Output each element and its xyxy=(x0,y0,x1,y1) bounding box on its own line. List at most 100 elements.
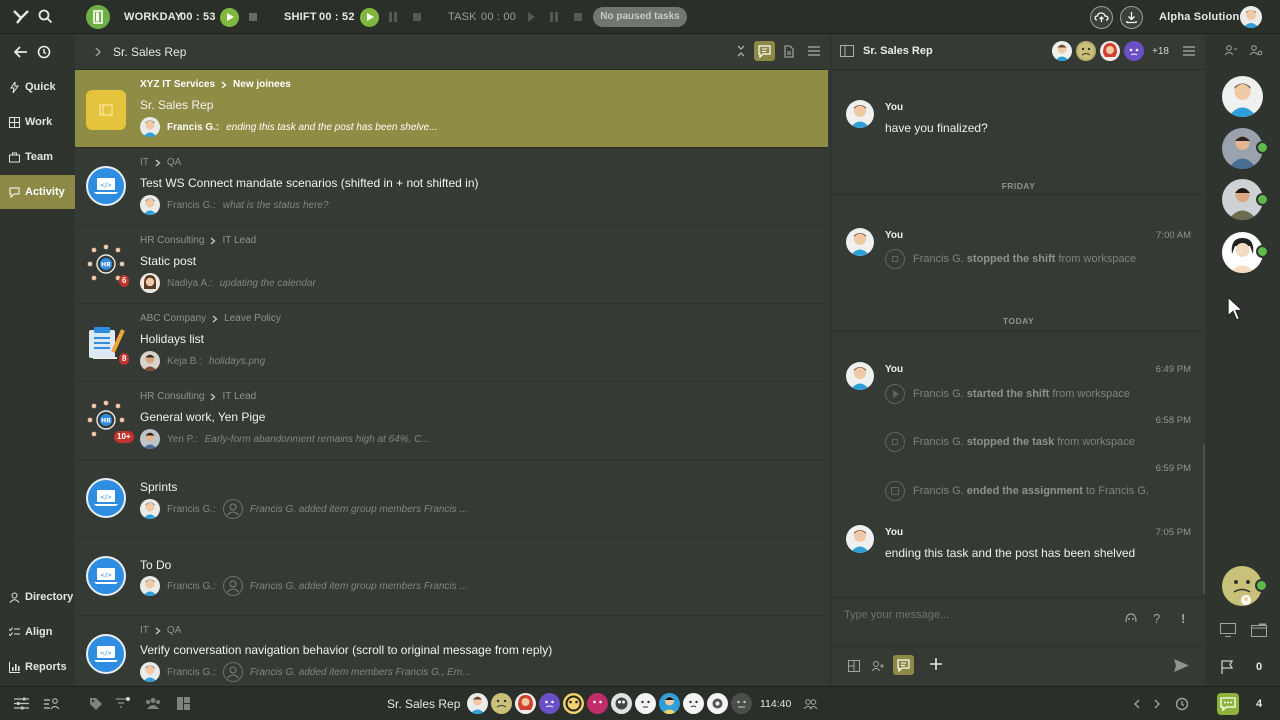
breadcrumb-child[interactable]: QA xyxy=(167,625,181,636)
member-avatar[interactable] xyxy=(707,693,728,714)
list-item[interactable]: HR 6 HR Consulting IT Lead Static post N… xyxy=(75,226,828,304)
task-pause-button[interactable] xyxy=(550,12,558,22)
expand-chevron-icon[interactable] xyxy=(95,47,102,57)
list-item[interactable]: 8 ABC Company Leave Policy Holidays list… xyxy=(75,304,828,382)
list-item[interactable]: </> IT QA Verify conversation navigation… xyxy=(75,616,828,686)
breadcrumb-parent[interactable]: XYZ IT Services xyxy=(140,79,215,90)
list-item[interactable]: </> To Do Francis G.: Francis G. added i… xyxy=(75,538,828,616)
chat-menu-icon[interactable] xyxy=(1183,46,1195,56)
task-stop-button[interactable] xyxy=(574,13,582,21)
document-icon[interactable] xyxy=(784,45,794,58)
chat-bubble-icon[interactable] xyxy=(1217,693,1239,715)
breadcrumb: IT QA xyxy=(140,157,181,168)
app-logo-icon[interactable] xyxy=(12,9,30,25)
nav-directory[interactable]: Directory xyxy=(0,580,75,614)
list-item[interactable]: </> Sprints Francis G.: Francis G. added… xyxy=(75,460,828,538)
message-scroll-area[interactable]: ··· You have you finalized? FRIDAY You 7… xyxy=(831,70,1206,600)
preview-author: Francis G.: xyxy=(167,121,220,133)
breadcrumb-parent[interactable]: HR Consulting xyxy=(140,391,204,402)
add-member-icon[interactable] xyxy=(871,660,885,672)
filter-icon[interactable] xyxy=(116,697,130,710)
chat-mode-icon[interactable] xyxy=(893,655,914,675)
nav-reports[interactable]: Reports xyxy=(0,650,75,684)
paused-tasks-pill[interactable]: No paused tasks xyxy=(593,7,687,27)
download-icon[interactable] xyxy=(1120,6,1143,29)
member-avatar[interactable] xyxy=(1076,41,1096,61)
group-icon[interactable] xyxy=(145,697,161,709)
alert-button[interactable]: ! xyxy=(1181,611,1185,626)
message-input[interactable]: Type your message... xyxy=(844,609,949,621)
member-count[interactable]: +18 xyxy=(1152,46,1169,57)
shift-play-button[interactable] xyxy=(360,8,379,27)
history-icon[interactable] xyxy=(1175,697,1189,711)
collapse-icon[interactable] xyxy=(737,45,745,57)
org-name[interactable]: Alpha Solutions xyxy=(1159,11,1246,23)
member-avatar[interactable] xyxy=(611,693,632,714)
next-arrow-icon[interactable] xyxy=(1154,699,1161,709)
nav-work[interactable]: Work xyxy=(0,105,75,139)
cloud-upload-icon[interactable] xyxy=(1090,6,1113,29)
add-attachment-icon[interactable] xyxy=(930,658,942,670)
task-play-button[interactable] xyxy=(528,12,535,22)
member-avatar[interactable] xyxy=(635,693,656,714)
shift-pause-button[interactable] xyxy=(389,12,397,22)
list-item[interactable]: HR 10+ HR Consulting IT Lead General wor… xyxy=(75,382,828,460)
panel-toggle-icon[interactable] xyxy=(840,45,854,57)
user-avatar[interactable] xyxy=(1240,6,1262,28)
breadcrumb-parent[interactable]: ABC Company xyxy=(140,313,206,324)
back-arrow-icon[interactable] xyxy=(14,46,28,58)
menu-icon[interactable] xyxy=(808,46,820,56)
workday-stop-button[interactable] xyxy=(249,13,257,21)
nav-align-label: Align xyxy=(25,626,53,638)
people-settings-icon[interactable] xyxy=(1249,44,1263,56)
nav-quick[interactable]: Quick xyxy=(0,70,75,104)
nav-team[interactable]: Team xyxy=(0,140,75,174)
member-avatar[interactable] xyxy=(515,693,536,714)
user-settings-icon[interactable] xyxy=(44,697,60,710)
breadcrumb-child[interactable]: QA xyxy=(167,157,181,168)
member-avatar[interactable] xyxy=(563,693,584,714)
monitor-icon[interactable] xyxy=(1220,623,1236,637)
help-button[interactable]: ? xyxy=(1153,611,1160,626)
member-avatar[interactable] xyxy=(491,693,512,714)
breadcrumb-child[interactable]: IT Lead xyxy=(222,235,256,246)
member-avatar[interactable] xyxy=(1124,41,1144,61)
chat-view-icon[interactable] xyxy=(754,41,775,61)
participants-icon[interactable] xyxy=(803,698,818,710)
member-avatar[interactable] xyxy=(587,693,608,714)
presence-avatar[interactable] xyxy=(1222,76,1263,117)
member-avatar[interactable] xyxy=(731,693,752,714)
member-avatar[interactable] xyxy=(1100,41,1120,61)
emoji-icon[interactable] xyxy=(1124,611,1138,625)
breadcrumb-child[interactable]: Leave Policy xyxy=(224,313,281,324)
member-avatar[interactable] xyxy=(1052,41,1072,61)
workspace-door-icon[interactable] xyxy=(86,5,110,29)
member-avatar[interactable] xyxy=(683,693,704,714)
layout-icon[interactable] xyxy=(848,660,860,672)
prev-arrow-icon[interactable] xyxy=(1133,699,1140,709)
workday-play-button[interactable] xyxy=(220,8,239,27)
shift-stop-button[interactable] xyxy=(413,13,421,21)
list-item[interactable]: </> IT QA Test WS Connect mandate scenar… xyxy=(75,148,828,226)
tag-icon[interactable] xyxy=(89,697,103,711)
breadcrumb-child[interactable]: IT Lead xyxy=(222,391,256,402)
nav-activity[interactable]: Activity xyxy=(0,175,75,209)
breadcrumb-child[interactable]: New joinees xyxy=(233,79,291,90)
breadcrumb-parent[interactable]: IT xyxy=(140,625,149,636)
member-avatar[interactable] xyxy=(659,693,680,714)
send-icon[interactable] xyxy=(1173,658,1190,673)
list-item[interactable]: XYZ IT Services New joinees Sr. Sales Re… xyxy=(75,70,828,148)
member-avatar[interactable] xyxy=(539,693,560,714)
member-avatar[interactable] xyxy=(467,693,488,714)
settings-sliders-icon[interactable] xyxy=(14,697,29,710)
people-icon[interactable] xyxy=(1224,44,1238,56)
flag-icon[interactable] xyxy=(1221,660,1234,674)
bottom-title: Sr. Sales Rep xyxy=(387,697,461,711)
breadcrumb-parent[interactable]: IT xyxy=(140,157,149,168)
search-icon[interactable] xyxy=(38,9,53,24)
breadcrumb-parent[interactable]: HR Consulting xyxy=(140,235,204,246)
window-icon[interactable] xyxy=(1251,623,1267,637)
history-icon[interactable] xyxy=(37,45,51,59)
nav-align[interactable]: Align xyxy=(0,615,75,649)
dashboard-icon[interactable] xyxy=(177,697,190,710)
